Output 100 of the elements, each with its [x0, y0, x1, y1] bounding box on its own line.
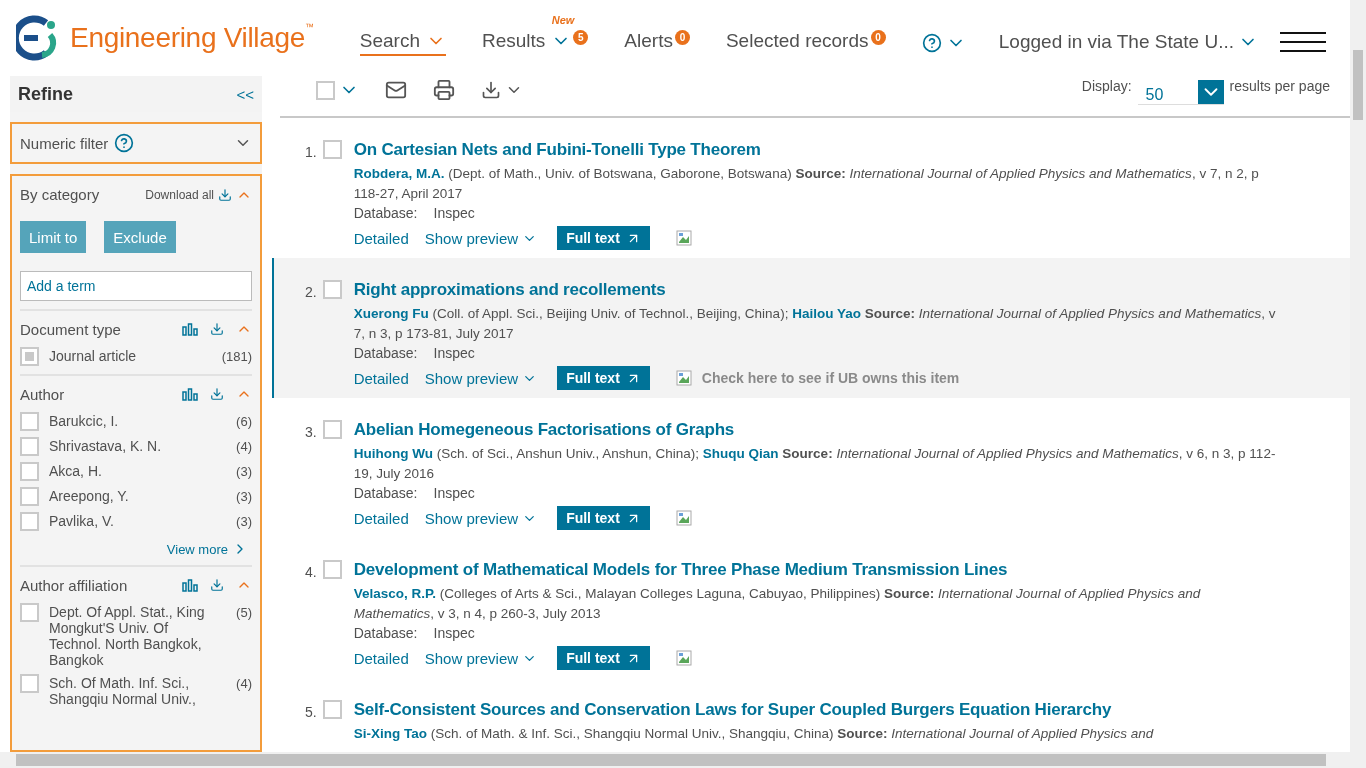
checkbox[interactable] — [20, 674, 39, 693]
result-title[interactable]: Development of Mathematical Models for Three Phase Medium Transmission Lines — [353, 560, 1008, 580]
per-page-label: results per page — [1229, 78, 1330, 94]
checkbox[interactable] — [20, 412, 39, 431]
facet-count: (4) — [236, 675, 252, 691]
author-link[interactable]: Si-Xing Tao — [353, 726, 427, 741]
result-number: 4. — [305, 563, 317, 582]
facet-count: (6) — [236, 413, 252, 429]
bar-chart-icon[interactable] — [182, 387, 198, 401]
email-icon[interactable] — [385, 79, 407, 101]
display-label: Display: — [1081, 78, 1132, 94]
facet-option: Sch. Of Math. Inf. Sci., Shangqiu Normal Univ., — [49, 674, 209, 707]
display-select[interactable]: 50 — [1137, 80, 1224, 105]
detailed-link[interactable]: Detailed — [353, 229, 409, 247]
refine-title: Refine — [18, 83, 73, 105]
logo-text: Engineering Village$^{™}$ — [70, 22, 314, 54]
facet-option: Dept. Of Appl. Stat., King Mongkut'S Univ. Of Technol. North Bangkok, Bangkok — [49, 603, 209, 668]
collapse-link[interactable]: << — [236, 85, 254, 103]
author-link[interactable]: Shuqu Qian — [702, 446, 779, 461]
checkbox[interactable] — [20, 512, 39, 531]
help-icon[interactable] — [921, 33, 942, 53]
show-preview-link[interactable]: Show preview — [424, 649, 538, 667]
database-label: Database: — [353, 484, 418, 502]
detailed-link[interactable]: Detailed — [353, 509, 409, 527]
facet-count: (3) — [236, 513, 252, 529]
citation-text: Xuerong Fu (Coll. of Appl. Sci., Beijing Univ. of Technol., Beijing, China); Hailou Yao Source: International Journal of Applied Physics and Mathematics, v 7, n 3, p 173-81, July 2017 — [353, 305, 1277, 343]
checkbox[interactable] — [20, 437, 39, 456]
show-preview-link[interactable]: Show preview — [424, 509, 538, 527]
show-preview-link[interactable]: Show preview — [424, 229, 538, 247]
download-icon[interactable] — [210, 578, 224, 592]
author-link[interactable]: Hailou Yao — [792, 306, 861, 321]
result-title[interactable]: On Cartesian Nets and Fubini-Tonelli Type Theorem — [353, 140, 761, 160]
database-value: Inspec — [433, 204, 475, 222]
full-text-button[interactable]: Full text — [557, 646, 650, 670]
broken-image-icon — [675, 230, 692, 246]
result-checkbox[interactable] — [322, 280, 342, 299]
result-number: 3. — [305, 423, 317, 442]
facet-count: (4) — [236, 438, 252, 454]
facet-option: Barukcic, I. — [49, 412, 209, 429]
select-all-checkbox[interactable] — [316, 80, 335, 100]
horizontal-scrollbar[interactable] — [0, 752, 1366, 768]
checkbox[interactable] — [20, 347, 39, 366]
citation-text: Velasco, R.P. (Colleges of Arts & Sci., Malayan Colleges Laguna, Cabuyao, Philippines) Source: International Journal of Applied Physics and Mathematics, v 3, n 4, p 260-3, July 2013 — [353, 585, 1202, 623]
full-text-button[interactable]: Full text — [557, 226, 650, 250]
download-icon[interactable] — [210, 387, 224, 401]
filter-button[interactable]: Exclude — [104, 221, 176, 253]
holdings-link[interactable]: Check here to see if UB owns this item — [701, 370, 960, 386]
bar-chart-icon[interactable] — [182, 578, 198, 592]
nav-tab[interactable]: Selected records 0 — [725, 30, 886, 56]
citation-text: Si-Xing Tao (Sch. of Math. & Inf. Sci., Shangqiu Normal Univ., Shangqiu, China) Source: International Journal of Applied Physics and — [353, 725, 1155, 743]
result-title[interactable]: Self-Consistent Sources and Conservation Laws for Super Coupled Burgers Equation Hierarchy — [353, 700, 1112, 720]
citation-text: Robdera, M.A. (Dept. of Math., Univ. of Botswana, Gaborone, Botswana) Source: International Journal of Applied Physics and Mathematics, v 7, n 2, p 118-27, April 2017 — [353, 165, 1260, 203]
count-badge: 0 — [870, 30, 886, 45]
facet-count: (3) — [236, 488, 252, 504]
bar-chart-icon[interactable] — [182, 322, 198, 336]
result-checkbox[interactable] — [322, 700, 342, 719]
detailed-link[interactable]: Detailed — [353, 649, 409, 667]
account-menu[interactable]: Logged in via The State U... — [998, 23, 1258, 53]
author-link[interactable]: Velasco, R.P. — [353, 586, 436, 601]
facet-option: Areepong, Y. — [49, 487, 209, 504]
result-title[interactable]: Right approximations and recollements — [353, 280, 666, 300]
checkbox[interactable] — [20, 487, 39, 506]
facet-option: Shrivastava, K. N. — [49, 437, 209, 454]
nav-tab[interactable]: Search — [359, 30, 446, 56]
checkbox[interactable] — [20, 462, 39, 481]
result-title[interactable]: Abelian Homegeneous Factorisations of Graphs — [353, 420, 735, 440]
facet-count: (5) — [236, 604, 252, 620]
author-link[interactable]: Xuerong Fu — [353, 306, 429, 321]
result-checkbox[interactable] — [322, 420, 342, 439]
menu-icon[interactable] — [1280, 32, 1326, 52]
show-preview-link[interactable]: Show preview — [424, 369, 538, 387]
download-icon[interactable] — [210, 322, 224, 336]
result-checkbox[interactable] — [322, 560, 342, 579]
download-icon[interactable] — [481, 80, 501, 100]
download-icon[interactable] — [218, 187, 232, 202]
nav-tab[interactable]: Alerts 0 — [624, 30, 690, 56]
term-field[interactable]: Add a term — [20, 271, 252, 301]
full-text-button[interactable]: Full text — [557, 506, 650, 530]
result-number: 5. — [305, 703, 317, 722]
vertical-scrollbar[interactable] — [1350, 0, 1366, 752]
full-text-button[interactable]: Full text — [557, 366, 650, 390]
database-value: Inspec — [433, 344, 475, 362]
view-more-link[interactable]: View more — [20, 541, 248, 557]
facet-title: Author — [20, 385, 65, 403]
numeric-filter-label: Numeric filter — [20, 134, 109, 152]
author-link[interactable]: Huihong Wu — [353, 446, 433, 461]
facet-title: Document type — [20, 320, 121, 338]
print-icon[interactable] — [433, 79, 455, 101]
help-icon[interactable] — [114, 133, 135, 153]
count-badge: 0 — [674, 30, 690, 45]
facet-title: Author affiliation — [20, 576, 128, 594]
checkbox[interactable] — [20, 603, 39, 622]
result-number: 1. — [305, 143, 317, 162]
detailed-link[interactable]: Detailed — [353, 369, 409, 387]
database-label: Database: — [353, 344, 418, 362]
database-value: Inspec — [433, 624, 475, 642]
author-link[interactable]: Robdera, M.A. — [353, 166, 445, 181]
result-checkbox[interactable] — [322, 140, 342, 159]
filter-button[interactable]: Limit to — [20, 221, 87, 253]
download-all-link[interactable]: Download all — [145, 187, 214, 202]
